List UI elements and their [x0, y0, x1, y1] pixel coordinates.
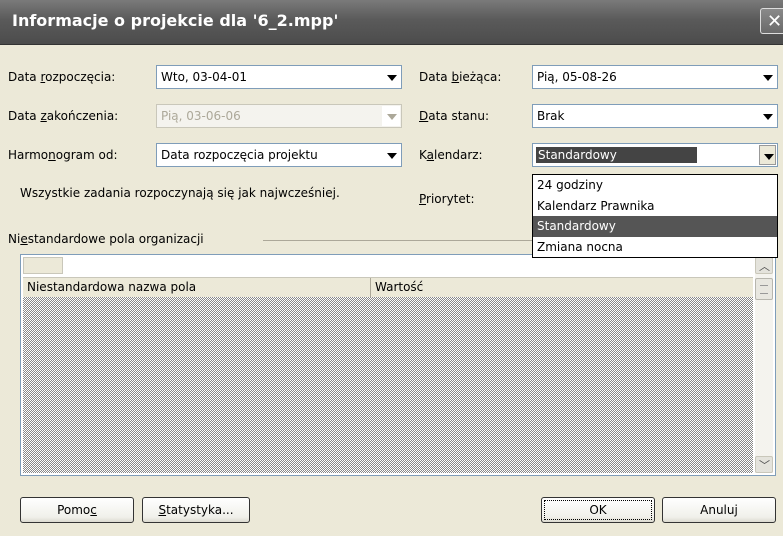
- calendar-label: Kalendarz:: [419, 148, 483, 162]
- status-date-combo[interactable]: Brak: [532, 104, 778, 128]
- help-button[interactable]: Pomoc: [20, 497, 134, 523]
- chevron-down-icon[interactable]: [759, 145, 776, 165]
- calendar-value: Standardowy: [536, 147, 697, 163]
- statistics-button[interactable]: Statystyka...: [142, 497, 250, 523]
- calendar-dropdown-list[interactable]: 24 godziny Kalendarz Prawnika Standardow…: [532, 174, 778, 258]
- schedule-from-label: Harmonogram od:: [8, 148, 118, 162]
- current-date-value: Pią, 05-08-26: [537, 70, 617, 84]
- schedule-from-combo[interactable]: Data rozpoczęcia projektu: [156, 143, 402, 167]
- window-title: Informacje o projekcie dla '6_2.mpp': [12, 11, 339, 30]
- chevron-down-icon: ﹀: [759, 459, 770, 472]
- column-header-value[interactable]: Wartość: [375, 280, 423, 294]
- close-icon: ✕: [767, 11, 783, 32]
- ok-button[interactable]: OK: [541, 497, 655, 523]
- custom-fields-grid[interactable]: Niestandardowa nazwa pola Wartość ︿ ﹀: [20, 254, 776, 476]
- finish-date-value: Pią, 03-06-06: [161, 109, 241, 123]
- chevron-down-icon[interactable]: [758, 67, 776, 87]
- schedule-note: Wszystkie zadania rozpoczynają się jak n…: [20, 186, 340, 200]
- calendar-option[interactable]: 24 godziny: [533, 175, 777, 196]
- cancel-button[interactable]: Anuluj: [662, 497, 776, 523]
- schedule-from-value: Data rozpoczęcia projektu: [161, 148, 318, 162]
- chevron-up-icon: ︿: [759, 260, 770, 273]
- chevron-down-icon[interactable]: [382, 145, 400, 165]
- status-date-label: Data stanu:: [419, 109, 490, 123]
- start-date-label: Data rozpoczęcia:: [8, 70, 116, 84]
- start-date-combo[interactable]: Wto, 03-04-01: [156, 65, 402, 89]
- grid-corner-cell: [23, 257, 63, 274]
- column-divider[interactable]: [370, 278, 371, 297]
- priority-label: Priorytet:: [419, 192, 475, 206]
- grid-body[interactable]: [23, 297, 753, 473]
- status-date-value: Brak: [537, 109, 565, 123]
- finish-date-combo: Pią, 03-06-06: [156, 104, 402, 128]
- custom-fields-group-label: Niestandardowe pola organizacji: [8, 232, 204, 246]
- finish-date-label: Data zakończenia:: [8, 109, 119, 123]
- group-divider: [263, 240, 533, 241]
- column-header-name[interactable]: Niestandardowa nazwa pola: [27, 280, 196, 294]
- calendar-option[interactable]: Kalendarz Prawnika: [533, 196, 777, 217]
- current-date-combo[interactable]: Pią, 05-08-26: [532, 65, 778, 89]
- close-button[interactable]: ✕: [760, 8, 783, 34]
- calendar-option-selected[interactable]: Standardowy: [533, 216, 777, 237]
- start-date-value: Wto, 03-04-01: [161, 70, 248, 84]
- chevron-down-icon[interactable]: [382, 67, 400, 87]
- scroll-down-button[interactable]: ﹀: [755, 456, 773, 473]
- scroll-up-button[interactable]: ︿: [755, 257, 773, 274]
- chevron-down-icon: [382, 106, 400, 126]
- vertical-scrollbar[interactable]: ︿ ﹀: [755, 257, 773, 473]
- chevron-down-icon[interactable]: [758, 106, 776, 126]
- calendar-combo[interactable]: Standardowy: [532, 143, 778, 167]
- title-bar: Informacje o projekcie dla '6_2.mpp' ✕: [0, 0, 783, 45]
- grid-header: Niestandardowa nazwa pola Wartość: [23, 277, 753, 298]
- current-date-label: Data bieżąca:: [419, 70, 502, 84]
- scroll-thumb[interactable]: [755, 278, 773, 300]
- calendar-option[interactable]: Zmiana nocna: [533, 237, 777, 258]
